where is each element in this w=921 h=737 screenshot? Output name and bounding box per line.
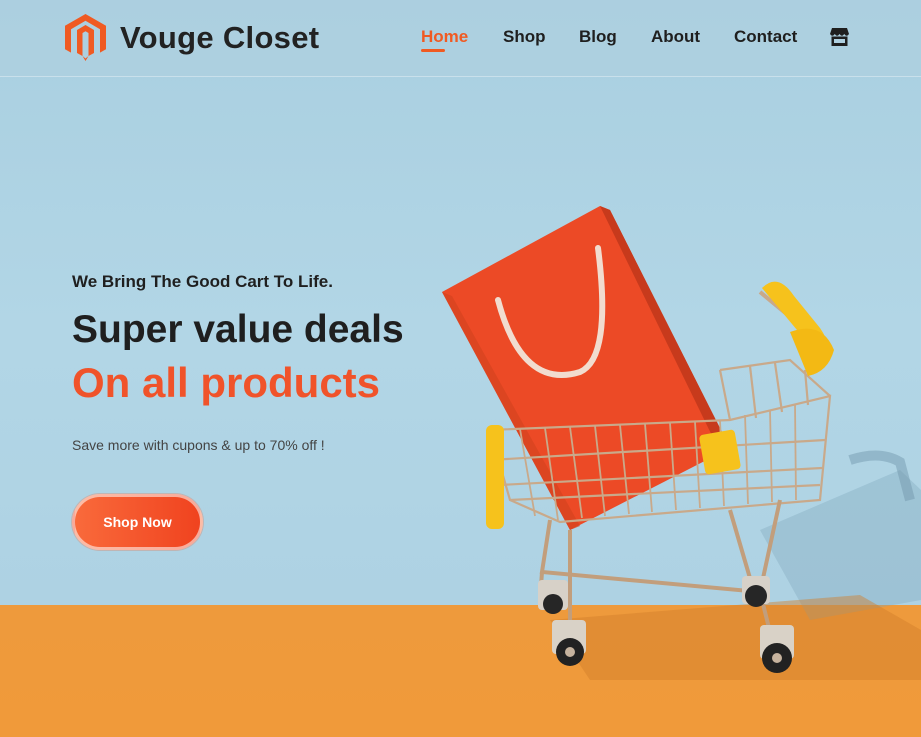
hero-subtext: Save more with cupons & up to 70% off !: [72, 437, 325, 453]
hero-copy: We Bring The Good Cart To Life. Super va…: [72, 272, 404, 453]
shopping-cart-with-red-bag: [442, 206, 921, 680]
store-icon[interactable]: [830, 28, 849, 46]
nav-home[interactable]: Home: [421, 27, 468, 52]
nav-shop[interactable]: Shop: [503, 27, 546, 47]
site-header: Vouge Closet Home Shop Blog About Contac…: [0, 0, 921, 77]
shop-now-button[interactable]: Shop Now: [72, 494, 203, 550]
nav-contact[interactable]: Contact: [734, 27, 797, 47]
nav-about[interactable]: About: [651, 27, 700, 47]
hero-tagline: We Bring The Good Cart To Life.: [72, 272, 333, 291]
hero-headline-accent: On all products: [72, 359, 381, 406]
hero-headline: Super value deals: [72, 308, 404, 351]
main-nav: Home Shop Blog About Contact: [0, 27, 921, 57]
nav-blog[interactable]: Blog: [579, 27, 617, 47]
